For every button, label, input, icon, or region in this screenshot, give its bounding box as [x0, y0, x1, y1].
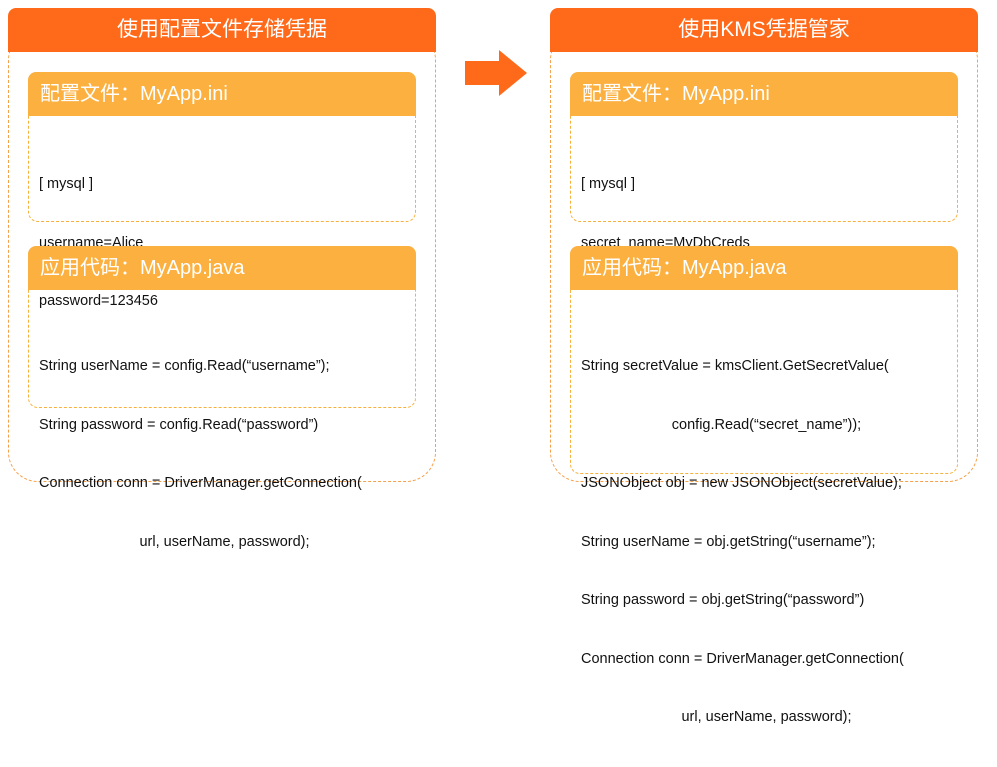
- left-panel: 使用配置文件存储凭据 配置文件：MyApp.ini [ mysql ] user…: [8, 8, 436, 550]
- right-panel-title: 使用KMS凭据管家: [550, 8, 978, 52]
- left-code-title: 应用代码：MyApp.java: [28, 246, 416, 290]
- code-line: url, userName, password);: [681, 709, 852, 725]
- left-code-box: 应用代码：MyApp.java String userName = config…: [28, 246, 416, 550]
- code-line: JSONObject obj = new JSONObject(secretVa…: [581, 475, 902, 491]
- left-config-box: 配置文件：MyApp.ini [ mysql ] username=Alice …: [28, 72, 416, 309]
- config-line: [ mysql ]: [39, 176, 93, 192]
- left-panel-title: 使用配置文件存储凭据: [8, 8, 436, 52]
- code-line: url, userName, password);: [139, 533, 310, 550]
- right-code-title: 应用代码：MyApp.java: [570, 246, 958, 290]
- right-panel: 使用KMS凭据管家 配置文件：MyApp.ini [ mysql ] secre…: [550, 8, 978, 725]
- code-line: Connection conn = DriverManager.getConne…: [39, 475, 362, 491]
- right-arrow-icon: [465, 50, 527, 96]
- code-line: String userName = obj.getString(“usernam…: [581, 533, 876, 550]
- left-config-title: 配置文件：MyApp.ini: [28, 72, 416, 116]
- code-line: String secretValue = kmsClient.GetSecret…: [581, 358, 889, 374]
- code-line: String password = config.Read(“password”…: [39, 416, 319, 433]
- right-code-content: String secretValue = kmsClient.GetSecret…: [581, 318, 952, 767]
- code-line: String userName = config.Read(“username”…: [39, 358, 330, 374]
- config-line: [ mysql ]: [581, 176, 635, 192]
- code-line: config.Read(“secret_name”));: [671, 416, 862, 433]
- left-code-content: String userName = config.Read(“username”…: [39, 318, 410, 591]
- right-code-box: 应用代码：MyApp.java String secretValue = kms…: [570, 246, 958, 725]
- right-config-box: 配置文件：MyApp.ini [ mysql ] secret_name=MyD…: [570, 72, 958, 251]
- code-line: String password = obj.getString(“passwor…: [581, 592, 865, 608]
- code-line: Connection conn = DriverManager.getConne…: [581, 650, 904, 667]
- right-config-title: 配置文件：MyApp.ini: [570, 72, 958, 116]
